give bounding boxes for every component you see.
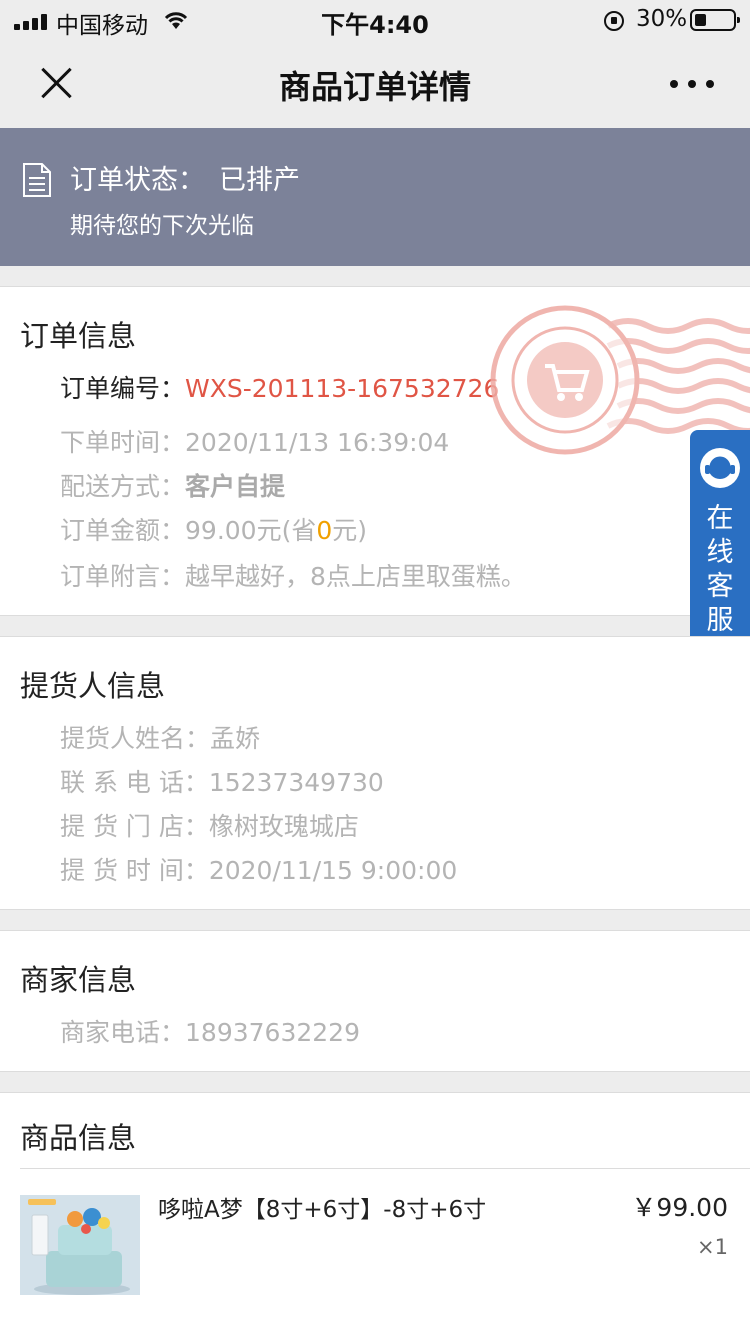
amount-saved: 0 bbox=[316, 516, 333, 545]
pickup-name-label: 提货人姓名： bbox=[60, 724, 211, 753]
pickup-store-value: 橡树玫瑰城店 bbox=[208, 812, 359, 841]
order-note-row: 订单附言：越早越好，8点上店里取蛋糕。 bbox=[60, 557, 526, 593]
customer-service-icon bbox=[700, 448, 740, 488]
page-title: 商品订单详情 bbox=[278, 68, 471, 106]
delivery-value: 客户自提 bbox=[185, 472, 286, 501]
pickup-name-row: 提货人姓名：孟娇 bbox=[60, 719, 260, 755]
battery-percent: 30% bbox=[636, 6, 688, 32]
product-price: ￥99.00 bbox=[631, 1193, 728, 1222]
more-icon[interactable] bbox=[668, 78, 718, 90]
online-service-button[interactable]: 在线客服 bbox=[690, 430, 750, 654]
pickup-time-row: 提 货 时 间：2020/11/15 9:00:00 bbox=[60, 851, 457, 887]
document-icon bbox=[23, 163, 51, 197]
order-time-row: 下单时间：2020/11/13 16:39:04 bbox=[60, 423, 449, 459]
pickup-phone-label: 联 系 电 话： bbox=[60, 768, 209, 797]
amount-label: 订单金额： bbox=[60, 516, 186, 545]
product-name: 哆啦A梦【8寸+6寸】-8寸+6寸 bbox=[158, 1197, 487, 1223]
order-number-value: WXS-201113-167532726 bbox=[185, 374, 500, 403]
rotation-lock-icon bbox=[604, 11, 624, 31]
pickup-phone-row: 联 系 电 话：15237349730 bbox=[60, 763, 384, 799]
pickup-name-value: 孟娇 bbox=[210, 724, 261, 753]
delivery-row: 配送方式：客户自提 bbox=[60, 467, 285, 503]
order-status: 订单状态： 已排产 bbox=[70, 158, 300, 197]
status-bar: 中国移动 下午4:40 30% bbox=[0, 0, 750, 40]
pickup-store-row: 提 货 门 店：橡树玫瑰城店 bbox=[60, 807, 359, 843]
order-number-label: 订单编号： bbox=[60, 374, 186, 403]
amount-prefix: 99.00元(省 bbox=[185, 516, 317, 545]
product-info-title: 商品信息 bbox=[20, 1121, 137, 1155]
merchant-phone-label: 商家电话： bbox=[60, 1018, 186, 1047]
divider bbox=[20, 1168, 750, 1169]
order-time-value: 2020/11/13 16:39:04 bbox=[185, 428, 450, 457]
pickup-store-label: 提 货 门 店： bbox=[60, 812, 209, 841]
product-info-card: 商品信息 哆啦A梦【8寸+6寸】-8寸+6寸 ￥99.00 ×1 bbox=[0, 1092, 750, 1334]
pickup-phone-value[interactable]: 15237349730 bbox=[209, 768, 384, 797]
online-service-label: 在线客服 bbox=[706, 503, 734, 636]
order-status-value: 已排产 bbox=[219, 165, 300, 196]
amount-suffix: 元) bbox=[332, 516, 368, 545]
pickup-time-label: 提 货 时 间： bbox=[60, 856, 209, 885]
merchant-phone-value[interactable]: 18937632229 bbox=[185, 1018, 360, 1047]
delivery-label: 配送方式： bbox=[60, 472, 186, 501]
merchant-info-title: 商家信息 bbox=[20, 963, 137, 997]
pickup-info-title: 提货人信息 bbox=[20, 669, 166, 703]
product-quantity: ×1 bbox=[697, 1235, 728, 1259]
order-number-row: 订单编号：WXS-201113-167532726 bbox=[60, 369, 499, 405]
product-thumbnail bbox=[20, 1195, 140, 1295]
amount-row: 订单金额：99.00元(省0元) bbox=[60, 511, 367, 547]
battery-icon bbox=[690, 9, 740, 31]
merchant-phone-row: 商家电话：18937632229 bbox=[60, 1013, 360, 1049]
pickup-time-value: 2020/11/15 9:00:00 bbox=[208, 856, 458, 885]
order-status-label: 订单状态： bbox=[70, 165, 205, 196]
pickup-info-card: 提货人信息 提货人姓名：孟娇 联 系 电 话：15237349730 提 货 门… bbox=[0, 636, 750, 910]
merchant-info-card: 商家信息 商家电话：18937632229 bbox=[0, 930, 750, 1072]
order-time-label: 下单时间： bbox=[60, 428, 186, 457]
order-status-banner: 订单状态： 已排产 期待您的下次光临 bbox=[0, 128, 750, 266]
nav-bar: 商品订单详情 bbox=[0, 40, 750, 128]
order-note-label: 订单附言： bbox=[60, 562, 186, 591]
status-subtitle: 期待您的下次光临 bbox=[70, 213, 254, 239]
order-note-value: 越早越好，8点上店里取蛋糕。 bbox=[185, 562, 526, 591]
order-info-title: 订单信息 bbox=[20, 319, 137, 353]
